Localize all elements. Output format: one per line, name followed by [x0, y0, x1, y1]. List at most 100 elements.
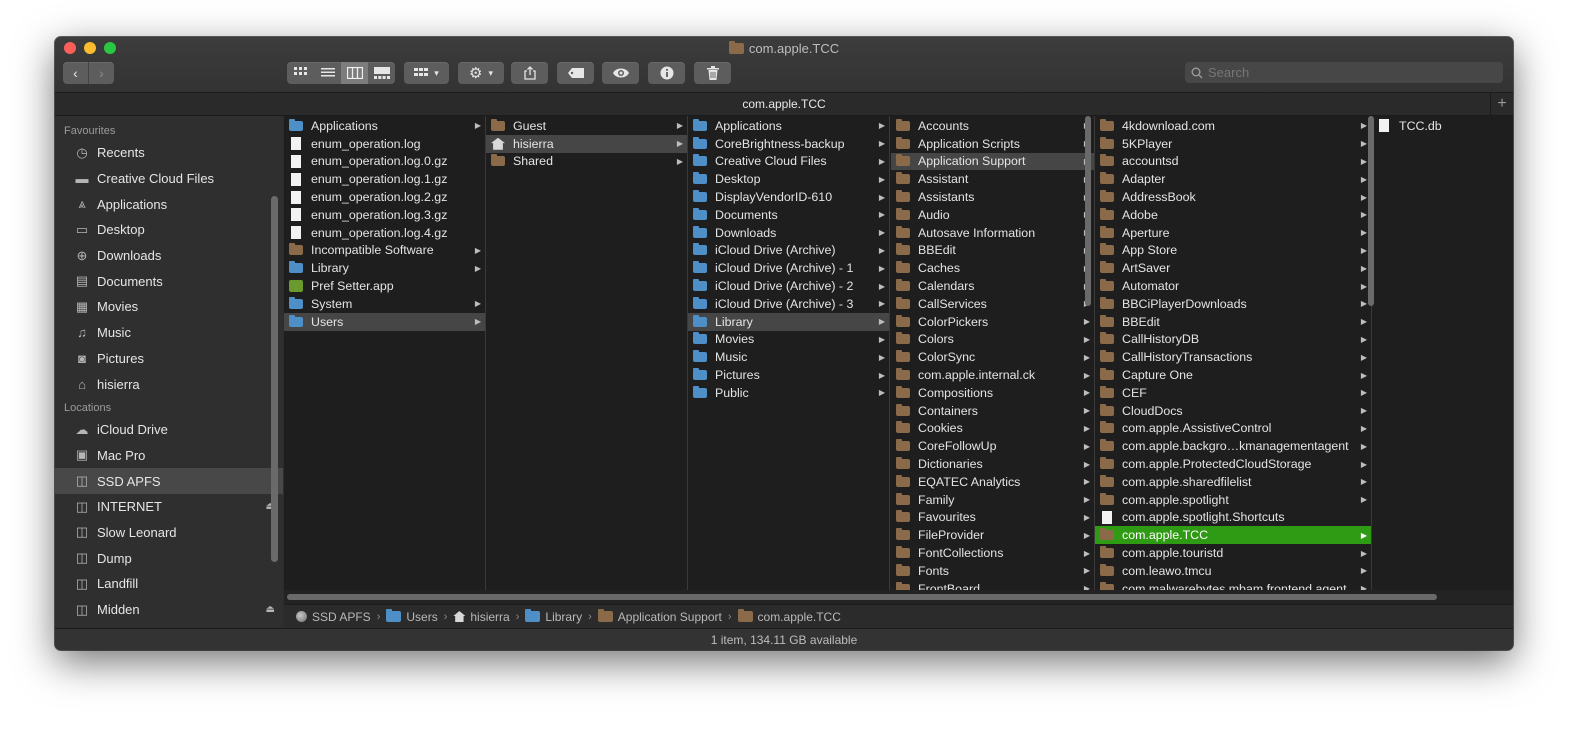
back-button[interactable]: ‹	[63, 62, 88, 84]
folder-row[interactable]: Desktop ▶	[688, 170, 889, 188]
folder-row[interactable]: Pictures ▶	[688, 366, 889, 384]
icon-view-button[interactable]	[287, 62, 314, 84]
folder-row[interactable]: Accounts▶	[891, 117, 1094, 135]
path-item[interactable]: hisierra	[453, 610, 510, 624]
column-scrollbar[interactable]	[1085, 116, 1091, 306]
folder-row[interactable]: ColorSync ▶	[891, 348, 1094, 366]
folder-row[interactable]: CoreBrightness-backup ▶	[688, 135, 889, 153]
folder-row[interactable]: Autosave Information▶	[891, 224, 1094, 242]
folder-row[interactable]: Documents ▶	[688, 206, 889, 224]
folder-row[interactable]: com.apple.TCC ▶	[1095, 526, 1371, 545]
sidebar-item-mac-pro[interactable]: ▣ Mac Pro	[55, 443, 283, 469]
folder-row[interactable]: FileProvider ▶	[891, 526, 1094, 544]
folder-row[interactable]: CallServices▶	[891, 295, 1094, 313]
folder-row[interactable]: ArtSaver ▶	[1095, 259, 1371, 277]
folder-row[interactable]: 4kdownload.com ▶	[1095, 117, 1371, 135]
folder-row[interactable]: com.apple.internal.ck ▶	[891, 366, 1094, 384]
file-row[interactable]: enum_operation.log.1.gz	[284, 170, 485, 188]
folder-row[interactable]: CloudDocs ▶	[1095, 402, 1371, 420]
folder-row[interactable]: com.apple.AssistiveControl ▶	[1095, 420, 1371, 438]
horizontal-scroll-thumb[interactable]	[287, 594, 1437, 600]
list-view-button[interactable]	[314, 62, 341, 84]
new-tab-button[interactable]: +	[1490, 93, 1513, 115]
folder-row[interactable]: DisplayVendorID-610 ▶	[688, 188, 889, 206]
folder-row[interactable]: accountsd ▶	[1095, 153, 1371, 171]
folder-row[interactable]: Applications ▶	[284, 117, 485, 135]
search-field[interactable]: Search	[1185, 62, 1503, 83]
folder-row[interactable]: Audio▶	[891, 206, 1094, 224]
folder-row[interactable]: Applications ▶	[688, 117, 889, 135]
tags-button[interactable]	[557, 62, 594, 84]
folder-row[interactable]: Calendars▶	[891, 277, 1094, 295]
sidebar-item-icloud-drive[interactable]: ☁ iCloud Drive	[55, 417, 283, 443]
quick-look-button[interactable]	[602, 62, 639, 84]
folder-row[interactable]: Public ▶	[688, 384, 889, 402]
folder-row[interactable]: CallHistoryDB ▶	[1095, 331, 1371, 349]
file-row[interactable]: enum_operation.log	[284, 135, 485, 153]
folder-row[interactable]: Favourites ▶	[891, 509, 1094, 527]
folder-row[interactable]: EQATEC Analytics ▶	[891, 473, 1094, 491]
column-scrollbar[interactable]	[1368, 116, 1374, 306]
folder-row[interactable]: Pref Setter.app	[284, 277, 485, 295]
folder-row[interactable]: Aperture ▶	[1095, 224, 1371, 242]
folder-row[interactable]: Downloads ▶	[688, 224, 889, 242]
folder-row[interactable]: App Store ▶	[1095, 242, 1371, 260]
folder-row[interactable]: com.apple.touristd ▶	[1095, 544, 1371, 562]
folder-row[interactable]: com.apple.spotlight ▶	[1095, 491, 1371, 509]
sidebar-item-ssd-apfs[interactable]: ◫ SSD APFS	[55, 468, 283, 494]
folder-row[interactable]: Colors ▶	[891, 331, 1094, 349]
folder-row[interactable]: Containers ▶	[891, 402, 1094, 420]
forward-button[interactable]: ›	[88, 62, 114, 84]
folder-row[interactable]: Cookies ▶	[891, 420, 1094, 438]
sidebar-item-recents[interactable]: ◷ Recents	[55, 140, 283, 166]
folder-row[interactable]: FontCollections ▶	[891, 544, 1094, 562]
folder-row[interactable]: Compositions ▶	[891, 384, 1094, 402]
sidebar-item-downloads[interactable]: ⊕ Downloads	[55, 243, 283, 269]
folder-row[interactable]: Library ▶	[284, 259, 485, 277]
folder-row[interactable]: ColorPickers ▶	[891, 313, 1094, 331]
sidebar-item-slow-leonard[interactable]: ◫ Slow Leonard	[55, 520, 283, 546]
folder-row[interactable]: CoreFollowUp ▶	[891, 437, 1094, 455]
gallery-view-button[interactable]	[368, 62, 395, 84]
folder-row[interactable]: AddressBook ▶	[1095, 188, 1371, 206]
sidebar-item-music[interactable]: ♫ Music	[55, 320, 283, 346]
column-view-button[interactable]	[341, 62, 368, 84]
folder-row[interactable]: BBEdit▶	[1095, 313, 1371, 331]
folder-row[interactable]: iCloud Drive (Archive) - 2 ▶	[688, 277, 889, 295]
folder-row[interactable]: com.apple.sharedfilelist ▶	[1095, 473, 1371, 491]
action-menu-button[interactable]: ⚙ ▾	[458, 62, 504, 84]
path-item[interactable]: SSD APFS	[296, 610, 371, 624]
file-row[interactable]: enum_operation.log.4.gz	[284, 224, 485, 242]
folder-row[interactable]: CallHistoryTransactions ▶	[1095, 348, 1371, 366]
sidebar-item-documents[interactable]: ▤ Documents	[55, 268, 283, 294]
folder-row[interactable]: System ▶	[284, 295, 485, 313]
folder-row[interactable]: 5KPlayer ▶	[1095, 135, 1371, 153]
sidebar-item-pictures[interactable]: ◙ Pictures	[55, 346, 283, 372]
folder-row[interactable]: Application Support▶	[891, 152, 1094, 171]
file-row[interactable]: enum_operation.log.2.gz	[284, 188, 485, 206]
path-item[interactable]: Users	[386, 609, 438, 624]
sidebar-item-creative-cloud-files[interactable]: ▬ Creative Cloud Files	[55, 166, 283, 192]
folder-row[interactable]: iCloud Drive (Archive) - 3 ▶	[688, 295, 889, 313]
folder-row[interactable]: Adobe ▶	[1095, 206, 1371, 224]
folder-row[interactable]: Users ▶	[284, 312, 485, 331]
eject-icon[interactable]: ⏏	[266, 604, 275, 615]
sidebar-scrollbar[interactable]	[271, 196, 278, 562]
folder-row[interactable]: com.apple.backgro…kmanagementagent ▶	[1095, 437, 1371, 455]
folder-row[interactable]: hisierra ▶	[486, 134, 687, 153]
folder-row[interactable]: Creative Cloud Files ▶	[688, 153, 889, 171]
folder-row[interactable]: Movies ▶	[688, 331, 889, 349]
file-row[interactable]: com.apple.spotlight.Shortcuts	[1095, 509, 1371, 527]
folder-row[interactable]: Fonts ▶	[891, 562, 1094, 580]
folder-row[interactable]: iCloud Drive (Archive) - 1 ▶	[688, 259, 889, 277]
folder-row[interactable]: CEF ▶	[1095, 384, 1371, 402]
sidebar-item-applications[interactable]: ⩓ Applications	[55, 191, 283, 217]
sidebar-item-midden[interactable]: ◫ Midden ⏏	[55, 597, 283, 623]
folder-row[interactable]: Guest ▶	[486, 117, 687, 135]
path-item[interactable]: Library	[525, 609, 582, 624]
folder-row[interactable]: BBEdit▶	[891, 242, 1094, 260]
path-item[interactable]: Application Support	[597, 609, 722, 624]
folder-row[interactable]: Shared ▶	[486, 153, 687, 171]
folder-row[interactable]: Application Scripts▶	[891, 135, 1094, 153]
folder-row[interactable]: Assistants▶	[891, 188, 1094, 206]
